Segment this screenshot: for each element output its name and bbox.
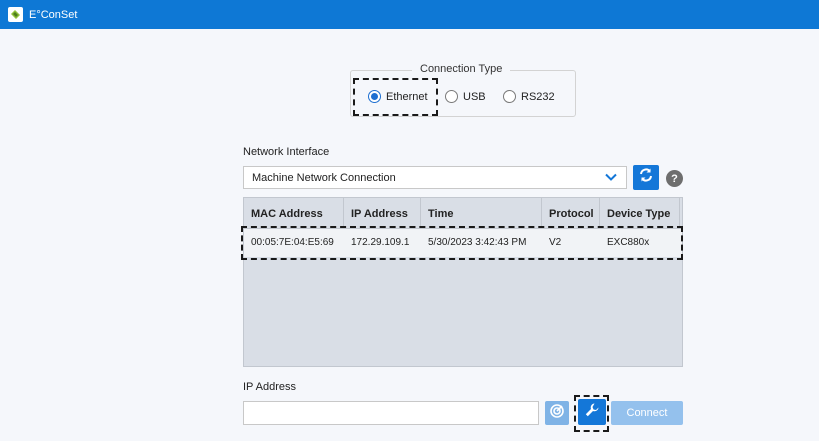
radio-rs232-indicator[interactable]	[503, 90, 516, 103]
title-bar: E°ConSet	[0, 0, 819, 29]
cell-mac: 00:05:7E:04:E5:69	[251, 237, 334, 248]
column-header-mac[interactable]: MAC Address	[244, 198, 344, 229]
device-table: MAC Address IP Address Time Protocol Dev…	[243, 197, 683, 367]
help-icon[interactable]: ?	[666, 170, 683, 187]
radar-icon	[549, 403, 565, 424]
refresh-button[interactable]	[633, 165, 659, 190]
network-interface-select[interactable]: Machine Network Connection	[243, 166, 627, 189]
column-header-protocol[interactable]: Protocol	[542, 198, 600, 229]
connect-button[interactable]: Connect	[611, 401, 683, 425]
wrench-icon	[584, 402, 600, 423]
radio-usb[interactable]: USB	[445, 90, 486, 103]
radio-rs232[interactable]: RS232	[503, 90, 555, 103]
radio-ethernet-label: Ethernet	[386, 90, 428, 103]
app-logo-icon	[8, 7, 23, 22]
cell-time: 5/30/2023 3:42:43 PM	[428, 237, 527, 248]
radio-ethernet-indicator[interactable]	[368, 90, 381, 103]
column-header-ip[interactable]: IP Address	[344, 198, 421, 229]
scan-button[interactable]	[545, 401, 569, 425]
radio-rs232-label: RS232	[521, 90, 555, 103]
radio-usb-label: USB	[463, 90, 486, 103]
ip-address-label: IP Address	[243, 381, 296, 393]
column-header-time[interactable]: Time	[421, 198, 542, 229]
settings-tool-button[interactable]	[578, 399, 606, 425]
radio-ethernet[interactable]: Ethernet	[368, 90, 428, 103]
cell-device-type: EXC880x	[607, 237, 650, 248]
cell-ip: 172.29.109.1	[351, 237, 410, 248]
column-header-device-type[interactable]: Device Type	[600, 198, 680, 229]
table-row[interactable]: 00:05:7E:04:E5:69 172.29.109.1 5/30/2023…	[244, 229, 682, 257]
ip-address-input[interactable]	[243, 401, 539, 425]
network-interface-label: Network Interface	[243, 146, 330, 158]
refresh-icon	[638, 167, 654, 188]
window-title: E°ConSet	[29, 8, 78, 21]
radio-usb-indicator[interactable]	[445, 90, 458, 103]
chevron-down-icon[interactable]	[604, 170, 618, 187]
network-interface-value: Machine Network Connection	[252, 171, 396, 184]
table-header: MAC Address IP Address Time Protocol Dev…	[244, 198, 682, 229]
connection-type-legend: Connection Type	[412, 63, 511, 75]
cell-protocol: V2	[549, 237, 562, 248]
